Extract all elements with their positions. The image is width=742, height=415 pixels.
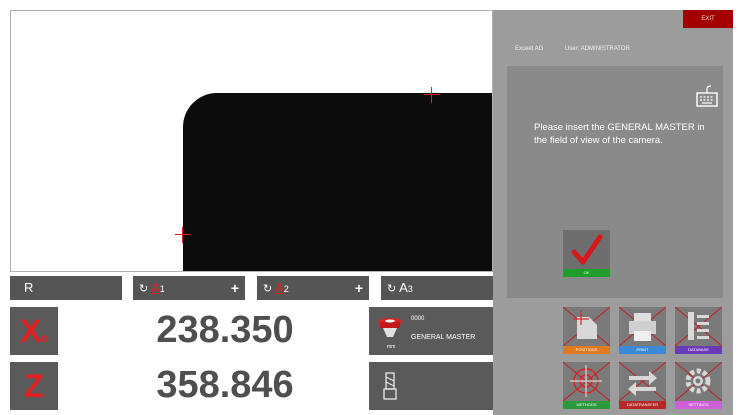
message-box <box>507 66 723 298</box>
crosshair-marker <box>424 87 440 103</box>
checkmark-icon <box>571 234 603 265</box>
tab-a3[interactable]: ↻ A3 <box>381 276 493 300</box>
rotate-icon: ↻ <box>263 283 273 295</box>
crosshair-marker <box>175 227 191 243</box>
plus-icon[interactable]: + <box>231 276 239 300</box>
settings-label: SETTINGS <box>675 401 722 409</box>
rotate-icon: ↻ <box>387 283 397 295</box>
keyboard-icon[interactable] <box>696 84 718 108</box>
r-label: R <box>24 280 34 295</box>
camera-view <box>10 10 493 272</box>
z-value: 358.846 <box>95 364 355 407</box>
x-axis-label: XD <box>10 307 58 355</box>
x-subscript: D <box>41 334 48 344</box>
database-icon <box>675 307 722 346</box>
tool-icon <box>383 372 397 400</box>
master-number: 0000 <box>411 316 425 322</box>
positions-button[interactable]: POSITIONS <box>563 307 610 354</box>
tab-r[interactable]: R <box>10 276 122 300</box>
ok-label: OK <box>563 269 610 277</box>
methods-label: METHODS <box>563 401 610 409</box>
measuring-screen: EXIT Exceet AG User: ADMINISTRATOR Pleas… <box>0 0 742 415</box>
master-selector[interactable]: 0000 GENERAL MASTER mm <box>369 307 493 355</box>
rotate-icon: ↻ <box>139 283 149 295</box>
printer-icon <box>619 307 666 346</box>
tab-a2[interactable]: ↻ A2 + <box>257 276 369 300</box>
status-line: Exceet AG User: ADMINISTRATOR <box>515 46 650 52</box>
a1-label: A <box>151 280 160 295</box>
settings-icon <box>675 362 722 401</box>
user-name: User: ADMINISTRATOR <box>565 46 630 52</box>
x-letter: X <box>20 313 42 349</box>
positions-label: POSITIONS <box>563 346 610 354</box>
print-label: PRINT <box>619 346 666 354</box>
a3-label: A <box>399 280 408 295</box>
methods-button[interactable]: METHODS <box>563 362 610 409</box>
methods-icon <box>563 362 610 401</box>
tool-selector[interactable] <box>369 362 493 410</box>
tab-a1[interactable]: ↻ A1 + <box>133 276 245 300</box>
exit-button[interactable]: EXIT <box>683 10 733 28</box>
plus-icon[interactable]: + <box>355 276 363 300</box>
x-value: 238.350 <box>95 309 355 352</box>
instruction-text: Please insert the GENERAL MASTER in the … <box>534 122 705 146</box>
a2-subscript: 2 <box>283 284 289 294</box>
transfer-icon <box>619 362 666 401</box>
datatransfer-label: DATATRANSFER <box>619 401 666 409</box>
master-unit: mm <box>387 344 396 350</box>
workpiece-silhouette <box>183 93 492 271</box>
a2-label: A <box>275 280 284 295</box>
station-name: Exceet AG <box>515 46 544 52</box>
a1-subscript: 1 <box>159 284 165 294</box>
master-name: GENERAL MASTER <box>411 334 476 341</box>
settings-button[interactable]: SETTINGS <box>675 362 722 409</box>
print-button[interactable]: PRINT <box>619 307 666 354</box>
z-axis-label: Z <box>10 362 58 410</box>
positions-icon <box>563 307 610 346</box>
database-label: DATABASE <box>675 346 722 354</box>
database-button[interactable]: DATABASE <box>675 307 722 354</box>
a3-subscript: 3 <box>407 284 413 294</box>
z-letter: Z <box>24 368 44 404</box>
datatransfer-button[interactable]: DATATRANSFER <box>619 362 666 409</box>
ok-button[interactable]: OK <box>563 230 610 277</box>
master-gauge-icon <box>378 318 402 337</box>
